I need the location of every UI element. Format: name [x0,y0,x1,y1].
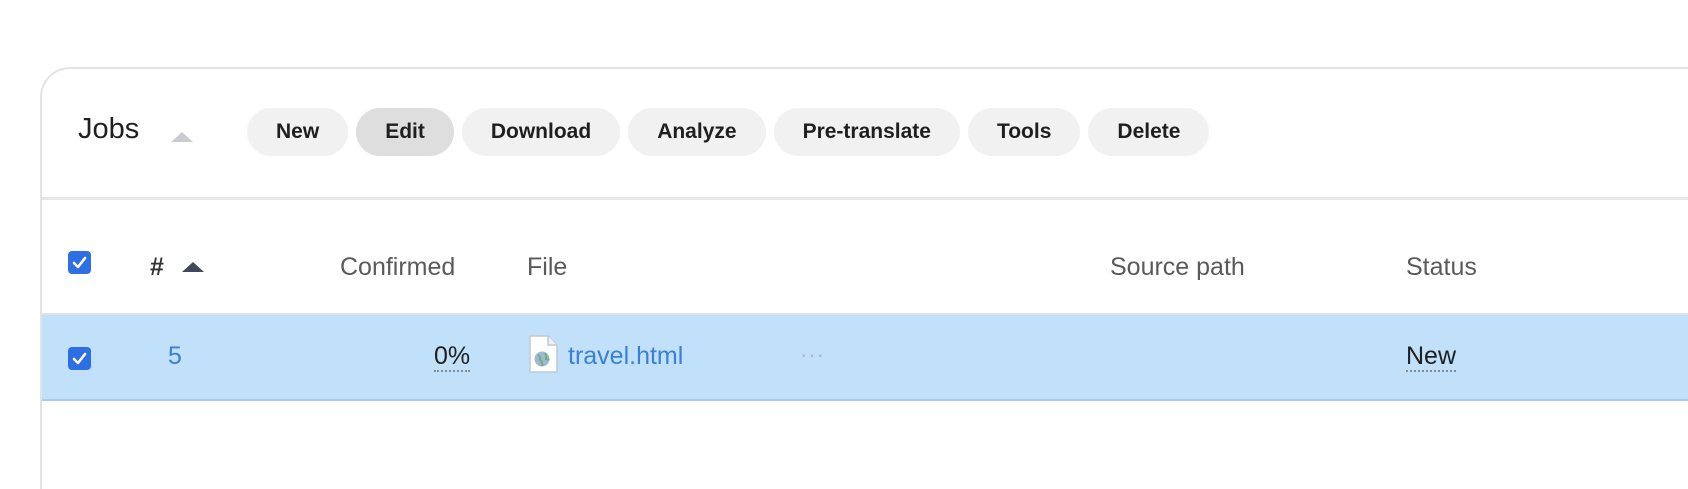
column-source-path[interactable]: Source path [1110,253,1245,282]
sort-asc-icon[interactable] [182,262,204,272]
table-header: # Confirmed File Source path Status [42,200,1688,315]
jobs-title: Jobs [78,113,140,145]
job-number-link[interactable]: 5 [168,342,182,371]
file-name-link[interactable]: travel.html [568,342,683,371]
jobs-header: Jobs New Edit Download Analyze Pre-trans… [42,69,1688,200]
edit-button[interactable]: Edit [356,108,454,156]
jobs-toolbar: New Edit Download Analyze Pre-translate … [247,108,1210,156]
delete-button[interactable]: Delete [1088,108,1210,156]
status-value: New [1406,342,1457,372]
row-checkbox[interactable] [68,347,91,370]
collapse-caret-icon[interactable] [171,132,193,142]
table-row[interactable]: 5 0% travel.html ··· New [42,315,1688,401]
tools-button[interactable]: Tools [967,108,1081,156]
column-confirmed[interactable]: Confirmed [340,253,455,282]
download-button[interactable]: Download [461,108,621,156]
jobs-panel: Jobs New Edit Download Analyze Pre-trans… [40,67,1688,489]
analyze-button[interactable]: Analyze [628,108,766,156]
column-number[interactable]: # [150,253,164,282]
confirmed-value: 0% [434,342,471,372]
new-button[interactable]: New [247,108,349,156]
column-status[interactable]: Status [1406,253,1477,282]
checkbox-checked-icon [72,352,87,365]
select-all-checkbox[interactable] [68,251,91,274]
checkbox-checked-icon [72,256,87,269]
pretranslate-button[interactable]: Pre-translate [773,108,960,156]
html-file-icon [528,335,558,378]
column-file[interactable]: File [527,253,567,282]
more-icon[interactable]: ··· [800,342,825,368]
